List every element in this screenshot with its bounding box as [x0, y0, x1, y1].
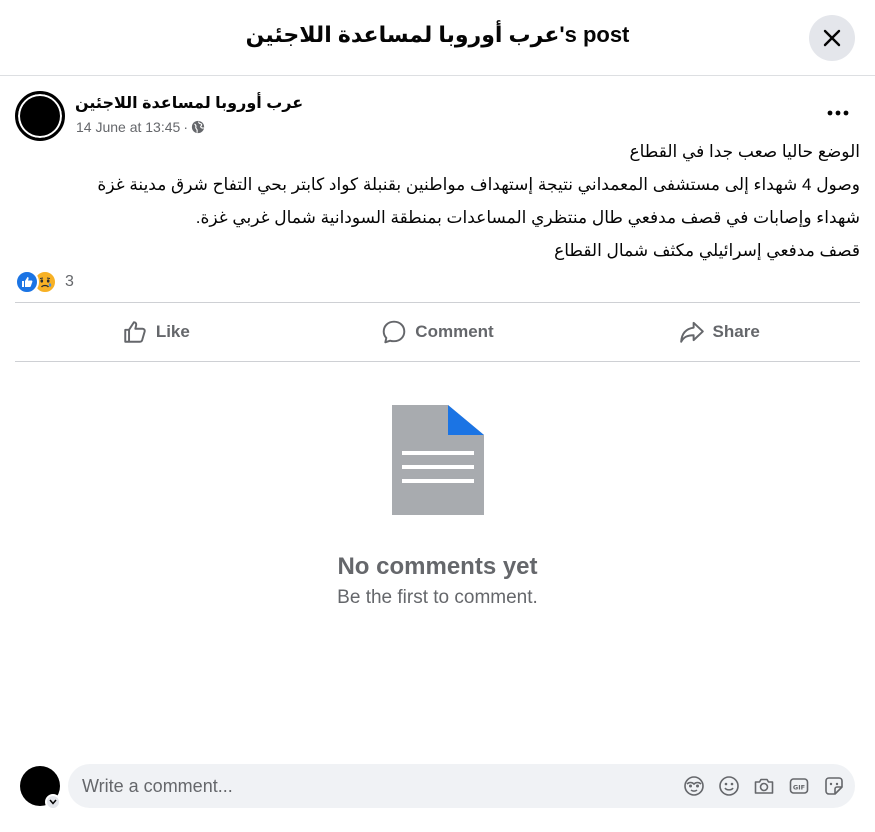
empty-state-title: No comments yet — [337, 553, 538, 580]
more-options-icon — [827, 110, 849, 116]
share-button[interactable]: Share — [578, 303, 860, 361]
post-line: الوضع حاليا صعب جدا في القطاع — [629, 142, 860, 161]
post-date[interactable]: 14 June at 13:45 — [76, 119, 180, 135]
photo-button[interactable] — [752, 775, 775, 798]
comment-box: GIF — [68, 764, 855, 808]
close-icon — [823, 29, 841, 47]
camera-icon — [754, 778, 773, 794]
like-reaction-icon — [15, 270, 39, 294]
sticker-icon — [824, 777, 843, 795]
page-name[interactable]: عرب أوروبا لمساعدة اللاجئين — [75, 93, 303, 113]
close-button[interactable] — [809, 15, 855, 61]
comment-button[interactable]: Comment — [297, 303, 579, 361]
meta-separator: · — [183, 119, 188, 135]
share-label: Share — [712, 322, 760, 341]
dialog-title: عرب أوروبا لمساعدة اللاجئين's post — [245, 22, 630, 47]
svg-text:GIF: GIF — [792, 784, 804, 792]
globe-icon — [191, 120, 205, 134]
no-comments-state: No comments yet Be the first to comment. — [0, 405, 875, 609]
reactions-summary[interactable]: 3 — [15, 268, 74, 296]
document-icon — [391, 405, 484, 515]
emoji-button[interactable] — [717, 775, 740, 798]
like-label: Like — [155, 322, 190, 341]
gif-button[interactable]: GIF — [787, 775, 810, 798]
post-meta: 14 June at 13:45 · — [76, 119, 205, 135]
thumbs-up-icon — [124, 321, 146, 343]
reaction-count[interactable]: 3 — [65, 273, 74, 291]
post-action-bar: Like Comment Share — [15, 302, 860, 362]
sticker-button[interactable] — [822, 775, 845, 798]
chevron-down-icon[interactable] — [45, 794, 61, 810]
avatar-sticker-button[interactable] — [682, 775, 705, 798]
avatar-sticker-icon — [683, 776, 704, 796]
smiley-icon — [718, 776, 739, 796]
comment-composer: GIF — [20, 764, 860, 810]
more-options-button[interactable] — [823, 103, 853, 123]
gif-icon: GIF — [789, 778, 808, 794]
post-line: قصف مدفعي إسرائيلي مكثف شمال القطاع — [554, 241, 860, 260]
post-line: شهداء وإصابات في قصف مدفعي طال منتظري ال… — [195, 208, 860, 227]
comment-tools: GIF — [682, 775, 855, 798]
like-button[interactable]: Like — [15, 303, 297, 361]
comment-label: Comment — [415, 322, 494, 341]
post-line: وصول 4 شهداء إلى مستشفى المعمداني نتيجة … — [97, 175, 860, 194]
dialog-header: عرب أوروبا لمساعدة اللاجئين's post — [0, 0, 875, 76]
empty-state-subtitle: Be the first to comment. — [337, 587, 538, 608]
post-body: الوضع حاليا صعب جدا في القطاع وصول 4 شهد… — [15, 135, 860, 267]
share-arrow-icon — [679, 321, 704, 343]
comment-bubble-icon — [383, 320, 406, 344]
page-avatar[interactable] — [15, 91, 65, 141]
comment-input[interactable] — [68, 764, 682, 808]
